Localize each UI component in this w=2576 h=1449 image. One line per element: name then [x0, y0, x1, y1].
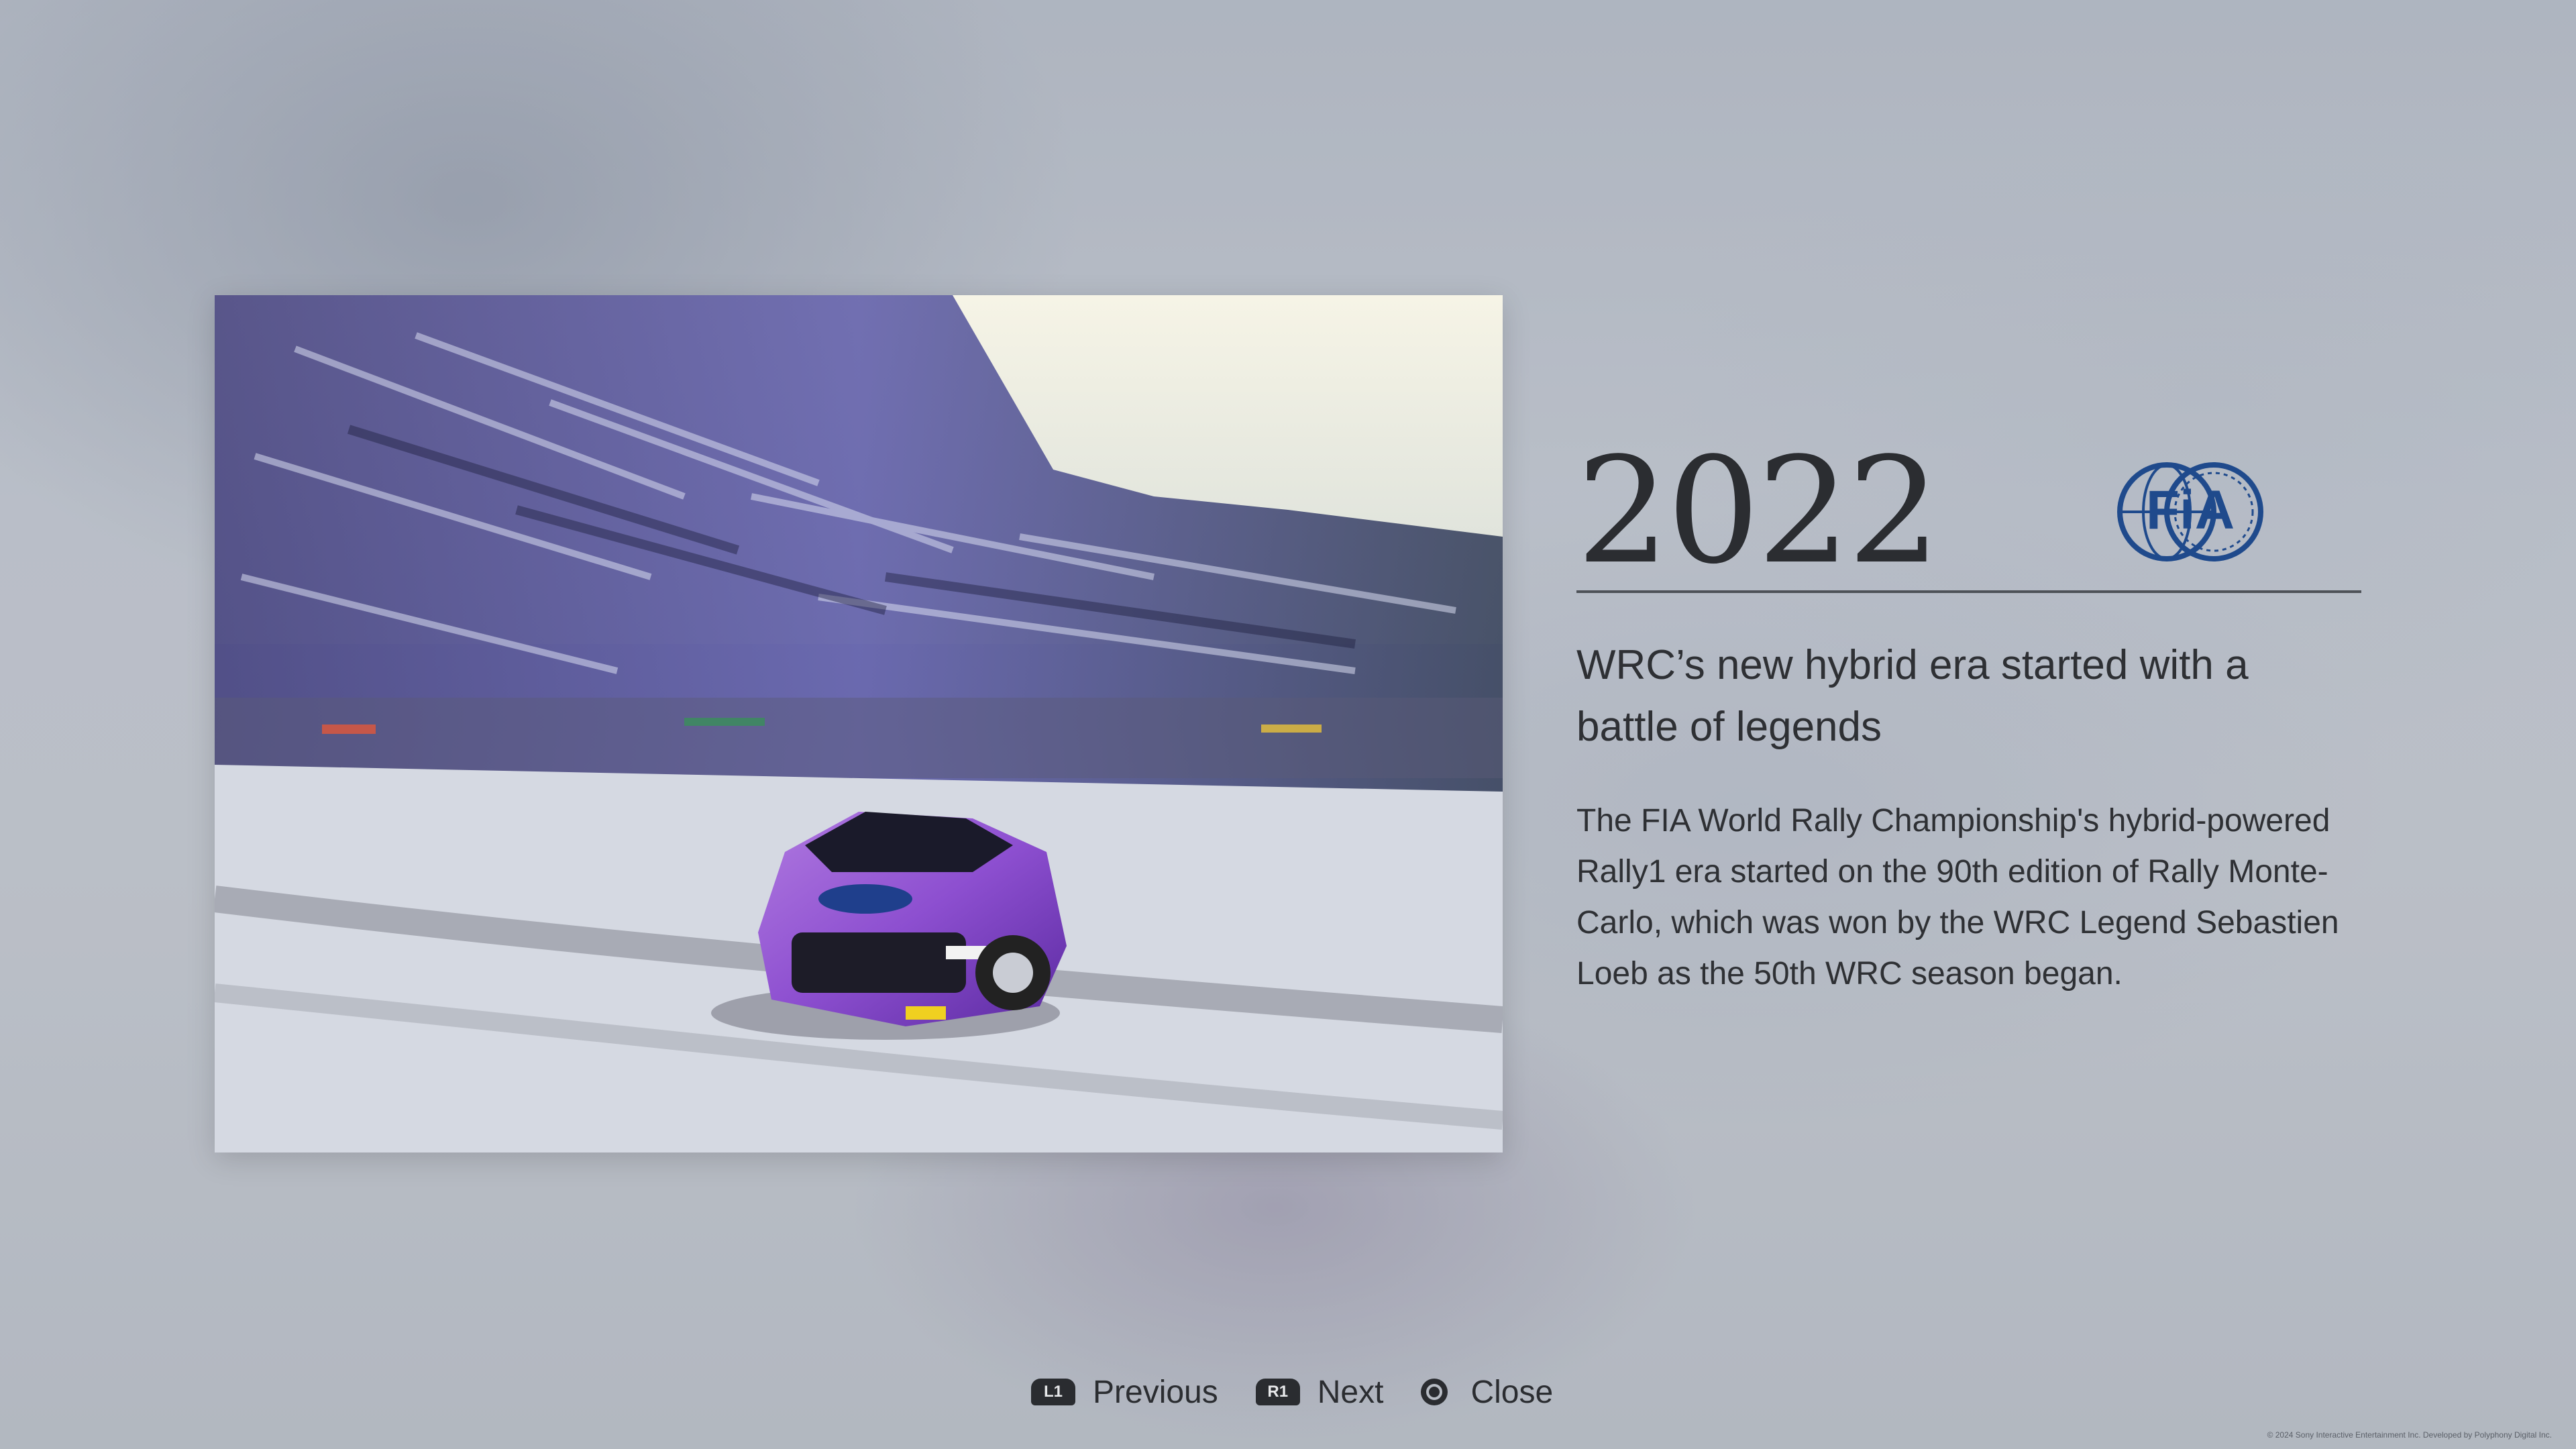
previous-control[interactable]: L1 Previous — [1031, 1374, 1218, 1411]
l1-button-icon: L1 — [1031, 1379, 1075, 1405]
close-control[interactable]: Close — [1421, 1374, 1553, 1411]
headline: WRC’s new hybrid era started with a batt… — [1576, 642, 2249, 750]
controller-hints: L1 Previous R1 Next Close — [1031, 1368, 1553, 1415]
circle-button-icon — [1421, 1379, 1448, 1405]
previous-label: Previous — [1093, 1374, 1218, 1410]
r1-button-icon: R1 — [1255, 1379, 1300, 1405]
copyright-notice: © 2024 Sony Interactive Entertainment In… — [2267, 1430, 2552, 1440]
year-title: 2022 — [1576, 427, 1941, 596]
year-header: 2022 FiA — [1576, 429, 2361, 593]
info-panel: 2022 FiA WRC’s new hybrid era started wi… — [1576, 429, 2361, 1000]
fia-logo-icon: FiA — [2117, 462, 2263, 561]
next-label: Next — [1317, 1374, 1384, 1410]
rally-photo — [215, 295, 1503, 1152]
next-control[interactable]: R1 Next — [1255, 1374, 1384, 1411]
description: The FIA World Rally Championship's hybri… — [1576, 803, 2339, 991]
rally-car-image — [215, 295, 1503, 1152]
close-label: Close — [1470, 1374, 1554, 1410]
svg-text:FiA: FiA — [2146, 480, 2235, 541]
